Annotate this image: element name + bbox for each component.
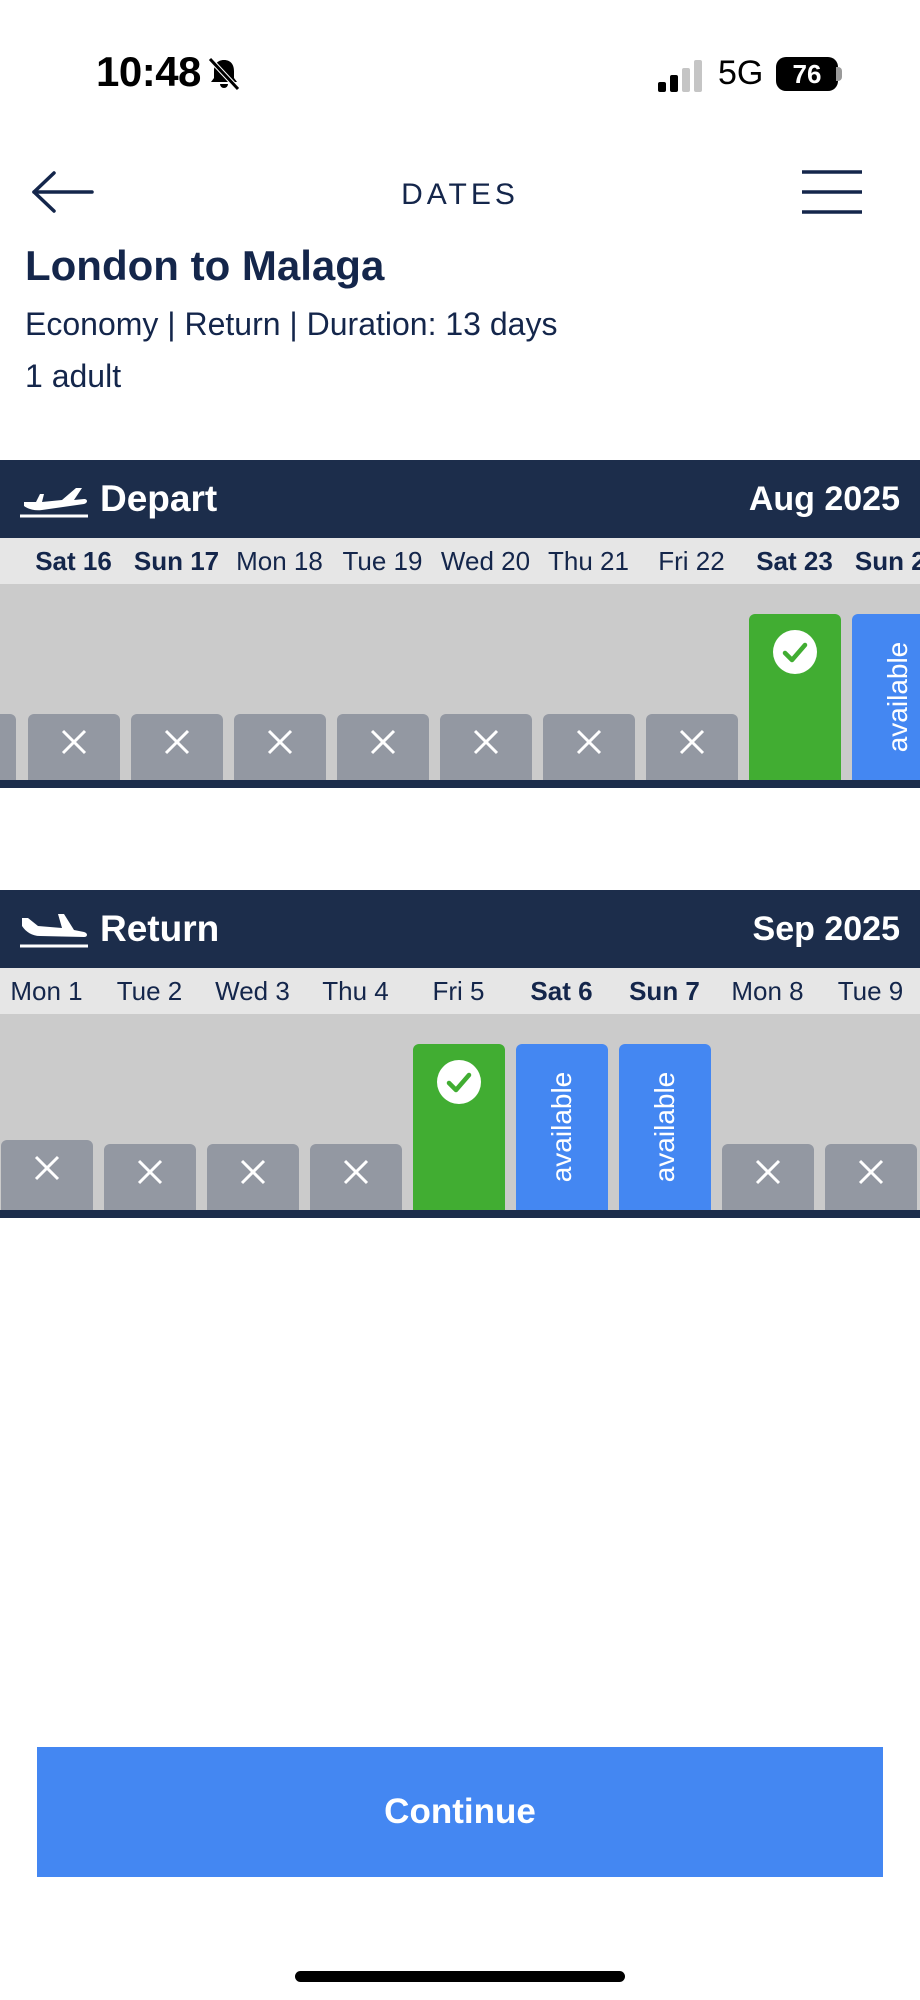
- close-x-icon: [755, 1159, 781, 1185]
- depart-date-unavailable: [543, 714, 635, 780]
- return-date-unavailable: [1, 1140, 93, 1210]
- close-x-icon: [61, 729, 87, 755]
- return-day-label: Mon 8: [731, 976, 804, 1006]
- depart-date-available[interactable]: available: [852, 614, 920, 780]
- depart-bar-area: available: [0, 584, 920, 780]
- return-day-label: Sun 7: [629, 976, 700, 1006]
- depart-day-label: Sun 17: [133, 546, 220, 576]
- depart-date-unavailable-partial: [0, 714, 16, 780]
- return-header: Return Sep 2025: [0, 890, 920, 968]
- depart-day-label: Wed 20: [440, 546, 531, 576]
- trip-summary: Economy | Return | Duration: 13 days: [25, 306, 558, 342]
- return-date-unavailable: [722, 1144, 814, 1210]
- close-x-icon: [164, 729, 190, 755]
- status-time: 10:48: [96, 48, 201, 95]
- return-date-unavailable: [825, 1144, 917, 1210]
- return-day-label: Mon 1: [10, 976, 83, 1006]
- depart-day-label: Mon 18: [236, 546, 323, 576]
- route-title: London to Malaga: [25, 242, 385, 289]
- return-date-unavailable: [207, 1144, 299, 1210]
- depart-month: Aug 2025: [748, 480, 900, 518]
- return-date-unavailable: [104, 1144, 196, 1210]
- return-day-label: Tue 2: [116, 976, 183, 1006]
- checkmark-icon: [437, 1060, 481, 1104]
- return-date-available[interactable]: available: [619, 1044, 711, 1210]
- return-day-label: Fri 5: [432, 976, 485, 1006]
- return-section: Return Sep 2025 Mon 1 Tue 2 Wed 3 Thu 4 Fri …: [0, 890, 920, 1220]
- return-day-label: Thu 4: [322, 976, 389, 1006]
- menu-icon[interactable]: [800, 168, 864, 218]
- close-x-icon: [240, 1159, 266, 1185]
- return-day-label: Wed 3: [215, 976, 290, 1006]
- signal-icon: [658, 60, 702, 92]
- close-x-icon: [576, 729, 602, 755]
- available-label: available: [546, 1071, 577, 1183]
- close-x-icon: [343, 1159, 369, 1185]
- depart-day-label: Sat 16: [35, 546, 112, 576]
- depart-date-unavailable: [646, 714, 738, 780]
- depart-date-unavailable: [28, 714, 120, 780]
- depart-date-unavailable: [337, 714, 429, 780]
- depart-day-label: Thu 21: [548, 546, 629, 576]
- bell-muted-icon: [208, 57, 240, 91]
- depart-day-label: Sat 23: [756, 546, 833, 576]
- depart-date-unavailable: [234, 714, 326, 780]
- return-date-unavailable: [310, 1144, 402, 1210]
- depart-section: Depart Aug 2025 Sat 16 Sun 17 Mon 18 Tue 19…: [0, 460, 920, 790]
- close-x-icon: [34, 1155, 60, 1181]
- available-label: available: [649, 1071, 680, 1183]
- available-label: available: [882, 641, 913, 753]
- return-bar-area: available available: [0, 1014, 920, 1210]
- plane-takeoff-icon: [20, 488, 88, 518]
- checkmark-icon: [773, 630, 817, 674]
- return-day-row: Mon 1 Tue 2 Wed 3 Thu 4 Fri 5 Sat 6 Sun 7 Mon 8…: [0, 968, 920, 1014]
- depart-day-label: Tue 19: [342, 546, 423, 576]
- return-day-label: Tue 9: [837, 976, 904, 1006]
- home-indicator: [295, 1971, 625, 1982]
- depart-date-unavailable: [440, 714, 532, 780]
- continue-button[interactable]: Continue: [37, 1747, 883, 1877]
- close-x-icon: [267, 729, 293, 755]
- passenger-count: 1 adult: [25, 358, 122, 394]
- return-bottom-rule: [0, 1210, 920, 1218]
- battery-cap: [836, 67, 842, 81]
- battery-level: 76: [792, 59, 822, 89]
- return-date-available[interactable]: available: [516, 1044, 608, 1210]
- return-label: Return: [100, 908, 220, 949]
- close-x-icon: [370, 729, 396, 755]
- close-x-icon: [137, 1159, 163, 1185]
- depart-date-selected[interactable]: [749, 614, 841, 780]
- close-x-icon: [679, 729, 705, 755]
- page-title: DATES: [401, 178, 519, 211]
- close-x-icon: [858, 1159, 884, 1185]
- depart-date-unavailable: [131, 714, 223, 780]
- close-x-icon: [473, 729, 499, 755]
- depart-bottom-rule: [0, 780, 920, 788]
- plane-landing-icon: [20, 914, 88, 948]
- depart-day-label: Sun 24: [854, 546, 920, 576]
- return-day-label: Sat 6: [530, 976, 593, 1006]
- depart-header: Depart Aug 2025: [0, 460, 920, 538]
- battery-icon: 76: [776, 57, 838, 91]
- depart-day-row: Sat 16 Sun 17 Mon 18 Tue 19 Wed 20 Thu 21 Fri …: [0, 538, 920, 584]
- depart-day-label: Fri 22: [658, 546, 725, 576]
- network-type: 5G: [718, 54, 764, 92]
- return-month: Sep 2025: [752, 910, 900, 948]
- depart-label: Depart: [100, 478, 218, 519]
- return-date-selected[interactable]: [413, 1044, 505, 1210]
- status-bar: 10:48 5G 76: [0, 0, 920, 150]
